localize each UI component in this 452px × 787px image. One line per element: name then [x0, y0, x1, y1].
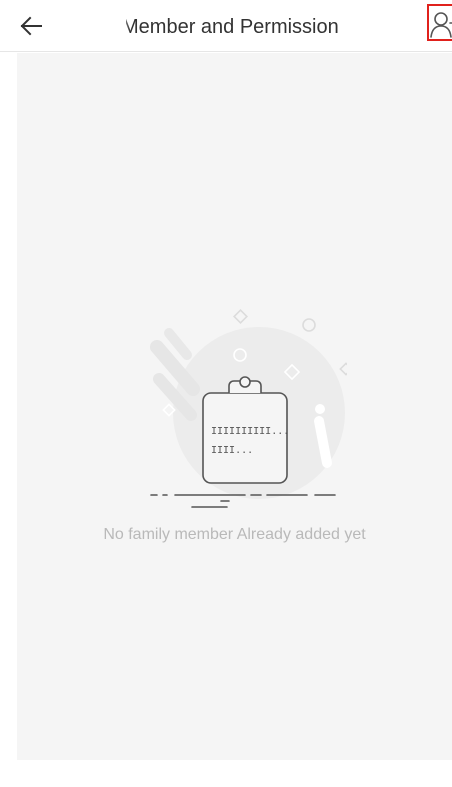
empty-content-area: IIIIIIIIII... IIII... No family member A… — [17, 53, 452, 760]
svg-text:IIII...: IIII... — [211, 445, 253, 456]
member-permission-screen: Member and Permission IIIIIIIIII... IIII… — [0, 0, 452, 787]
svg-text:IIIIIIIIII...: IIIIIIIIII... — [211, 426, 289, 437]
add-member-button[interactable] — [427, 4, 452, 41]
clipboard-empty-icon: IIIIIIIIII... IIII... — [150, 309, 347, 508]
back-button[interactable] — [20, 8, 60, 44]
empty-state-message: No family member Already added yet — [103, 526, 366, 543]
person-add-icon — [430, 12, 452, 38]
top-app-bar: Member and Permission — [0, 0, 452, 52]
title-mask-left — [110, 10, 126, 44]
page-title: Member and Permission — [122, 16, 339, 38]
arrow-left-icon — [20, 16, 42, 36]
